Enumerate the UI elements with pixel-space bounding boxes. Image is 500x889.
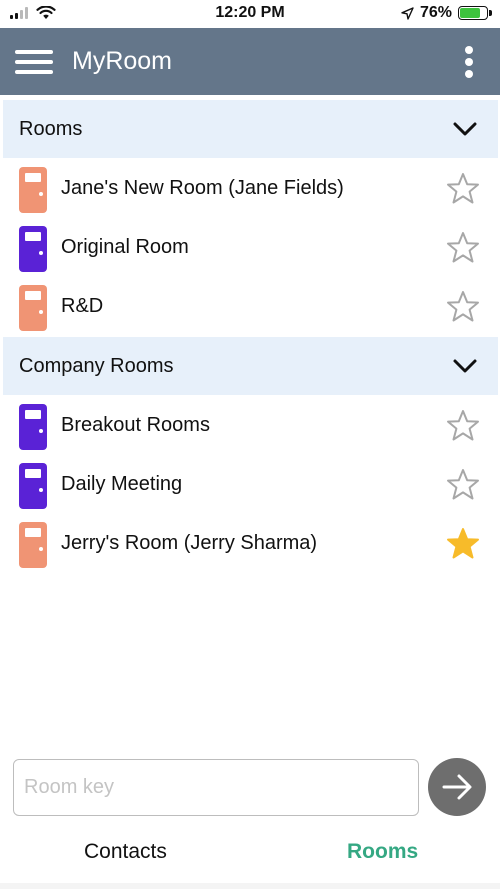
go-button[interactable]	[428, 758, 486, 816]
door-icon	[19, 226, 47, 272]
room-row[interactable]: R&D	[3, 277, 498, 336]
app-bar: MyRoom	[0, 28, 500, 95]
room-name: Jane's New Room (Jane Fields)	[61, 177, 344, 199]
battery-percent: 76%	[419, 4, 452, 21]
status-bar: 12:20 PM 76%	[0, 0, 500, 28]
room-row[interactable]: Original Room	[3, 218, 498, 277]
star-outline-icon[interactable]	[446, 468, 480, 502]
section-header-rooms[interactable]: Rooms	[3, 100, 498, 158]
door-icon	[19, 285, 47, 331]
section-title: Company Rooms	[19, 355, 174, 377]
location-arrow-icon	[401, 6, 414, 20]
home-indicator	[0, 883, 500, 889]
door-icon	[19, 522, 47, 568]
status-right: 76%	[401, 4, 492, 22]
arrow-right-icon	[442, 774, 472, 800]
battery-charging-icon	[458, 6, 492, 20]
section-header-company-rooms[interactable]: Company Rooms	[3, 337, 498, 395]
room-row[interactable]: Daily Meeting	[3, 455, 498, 514]
star-outline-icon[interactable]	[446, 409, 480, 443]
star-filled-icon[interactable]	[446, 527, 480, 561]
star-outline-icon[interactable]	[446, 231, 480, 265]
bottom-nav: Contacts Rooms	[0, 828, 500, 878]
room-row[interactable]: Jane's New Room (Jane Fields)	[3, 159, 498, 218]
room-row[interactable]: Jerry's Room (Jerry Sharma)	[3, 514, 498, 573]
room-name: Breakout Rooms	[61, 414, 210, 436]
hamburger-menu-icon[interactable]	[15, 50, 53, 74]
room-name: Daily Meeting	[61, 473, 183, 495]
room-name: R&D	[61, 295, 104, 317]
battery-fill	[460, 8, 480, 18]
app-title: MyRoom	[72, 47, 173, 75]
room-row[interactable]: Breakout Rooms	[3, 396, 498, 455]
room-name: Jerry's Room (Jerry Sharma)	[61, 532, 318, 554]
door-icon	[19, 404, 47, 450]
room-name: Original Room	[61, 236, 189, 258]
tab-rooms[interactable]: Rooms	[347, 840, 418, 864]
door-icon	[19, 167, 47, 213]
section-title: Rooms	[19, 118, 83, 140]
door-icon	[19, 463, 47, 509]
room-key-input[interactable]	[13, 759, 419, 816]
star-outline-icon[interactable]	[446, 290, 480, 324]
star-outline-icon[interactable]	[446, 172, 480, 206]
tab-contacts[interactable]: Contacts	[84, 840, 167, 864]
chevron-down-icon[interactable]	[452, 353, 478, 379]
more-vertical-icon[interactable]	[464, 46, 474, 78]
chevron-down-icon[interactable]	[452, 116, 478, 142]
